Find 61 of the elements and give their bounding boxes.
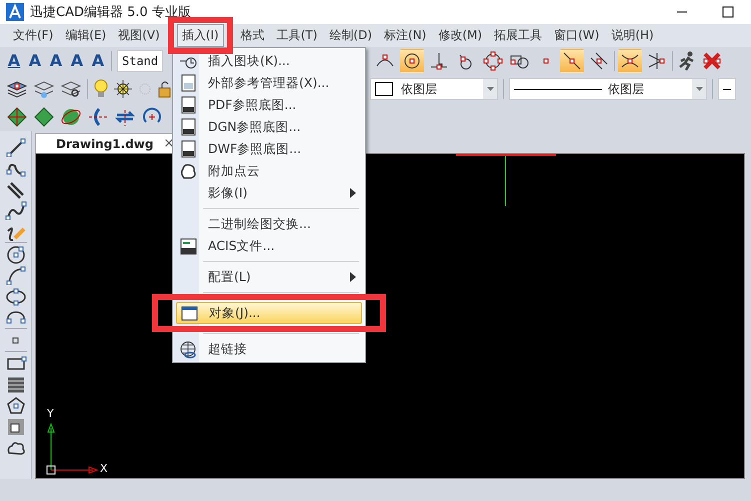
menu-item[interactable]: 格式 bbox=[236, 24, 270, 47]
menu-item[interactable]: 对象(J)... bbox=[176, 302, 362, 324]
rotate-axis-icon[interactable] bbox=[87, 106, 109, 128]
menu-item[interactable]: 插入图块(K)... bbox=[176, 50, 362, 72]
highlight-frame bbox=[168, 17, 233, 54]
text-style-tool[interactable]: A bbox=[27, 51, 43, 71]
text-style-tool[interactable]: A bbox=[90, 51, 106, 71]
text-style-tool[interactable]: A bbox=[69, 51, 85, 71]
menu-item[interactable]: 编辑(E) bbox=[60, 24, 112, 47]
menu-item[interactable]: 外部参考管理器(X)... bbox=[176, 72, 362, 94]
color-combo[interactable]: 依图层 bbox=[370, 78, 498, 100]
close-tab-icon[interactable]: × bbox=[163, 136, 174, 151]
3d-free-orbit-icon[interactable] bbox=[60, 106, 82, 128]
menu-item[interactable]: 超链接 bbox=[176, 338, 362, 360]
document-icon bbox=[178, 236, 198, 256]
snap-toggle[interactable] bbox=[560, 49, 584, 73]
menu-item[interactable]: 绘制(D) bbox=[324, 24, 378, 47]
y-axis-label: Y bbox=[47, 407, 54, 420]
menu-item[interactable]: 影像(I) bbox=[176, 182, 362, 204]
text-style-tool[interactable]: A bbox=[48, 51, 64, 71]
menu-item[interactable]: 说明(H) bbox=[606, 24, 659, 47]
snap-icon bbox=[482, 50, 504, 72]
snap-icon bbox=[543, 58, 550, 64]
menu-item[interactable]: 标注(N) bbox=[379, 24, 432, 47]
sun-icon[interactable] bbox=[114, 78, 132, 100]
dropdown-caret-icon[interactable] bbox=[696, 87, 702, 91]
snap-toggle[interactable] bbox=[481, 49, 506, 73]
text-style-combo[interactable]: Stand bbox=[117, 50, 164, 72]
menu-item[interactable]: 二进制绘图交换... bbox=[176, 213, 362, 235]
menu-item[interactable]: 工具(T) bbox=[272, 24, 322, 47]
menu-item[interactable]: 附加点云 bbox=[176, 160, 362, 182]
menu-item[interactable]: 插入(I) bbox=[176, 24, 224, 47]
x-axis-label: X bbox=[100, 462, 108, 475]
cloud-icon bbox=[178, 161, 198, 181]
arc-tool-icon[interactable] bbox=[4, 265, 26, 285]
spline-tool-icon[interactable] bbox=[4, 200, 26, 220]
dropdown-caret-icon[interactable] bbox=[486, 87, 494, 91]
menu-item[interactable]: 视图(V) bbox=[113, 24, 165, 47]
menu-item[interactable]: 文件(F) bbox=[8, 24, 58, 47]
snap-toggle[interactable] bbox=[618, 49, 642, 73]
circle-tool-icon[interactable] bbox=[4, 244, 26, 264]
linetype-combo[interactable]: 依图层 bbox=[509, 78, 707, 100]
3d-orbit-icon[interactable] bbox=[33, 106, 55, 128]
app-logo-icon bbox=[6, 3, 24, 21]
menu-item[interactable]: 配置(L) bbox=[176, 266, 362, 288]
window-title: 迅捷CAD编辑器 5.0 专业版 bbox=[30, 4, 191, 21]
line-tool-icon[interactable] bbox=[4, 137, 26, 157]
menu-item[interactable]: PDF参照底图... bbox=[176, 94, 362, 116]
polygon-tool-icon[interactable] bbox=[4, 395, 26, 415]
text-style-tool[interactable]: A bbox=[6, 51, 22, 71]
ellipse-tool-icon[interactable] bbox=[4, 286, 26, 306]
cancel-snap-icon[interactable] bbox=[701, 50, 724, 72]
menu-item[interactable]: ACIS文件... bbox=[176, 235, 362, 257]
globe-icon bbox=[178, 339, 198, 359]
menu-item[interactable]: 窗口(W) bbox=[549, 24, 604, 47]
menu-item[interactable]: 修改(M) bbox=[433, 24, 488, 47]
snap-toggle[interactable] bbox=[400, 49, 424, 73]
multiline-tool-icon[interactable] bbox=[4, 179, 26, 199]
3d-rotate-icon[interactable] bbox=[6, 106, 28, 128]
menu-item[interactable]: 拓展工具 bbox=[489, 24, 548, 47]
maximize-icon[interactable] bbox=[722, 6, 734, 18]
